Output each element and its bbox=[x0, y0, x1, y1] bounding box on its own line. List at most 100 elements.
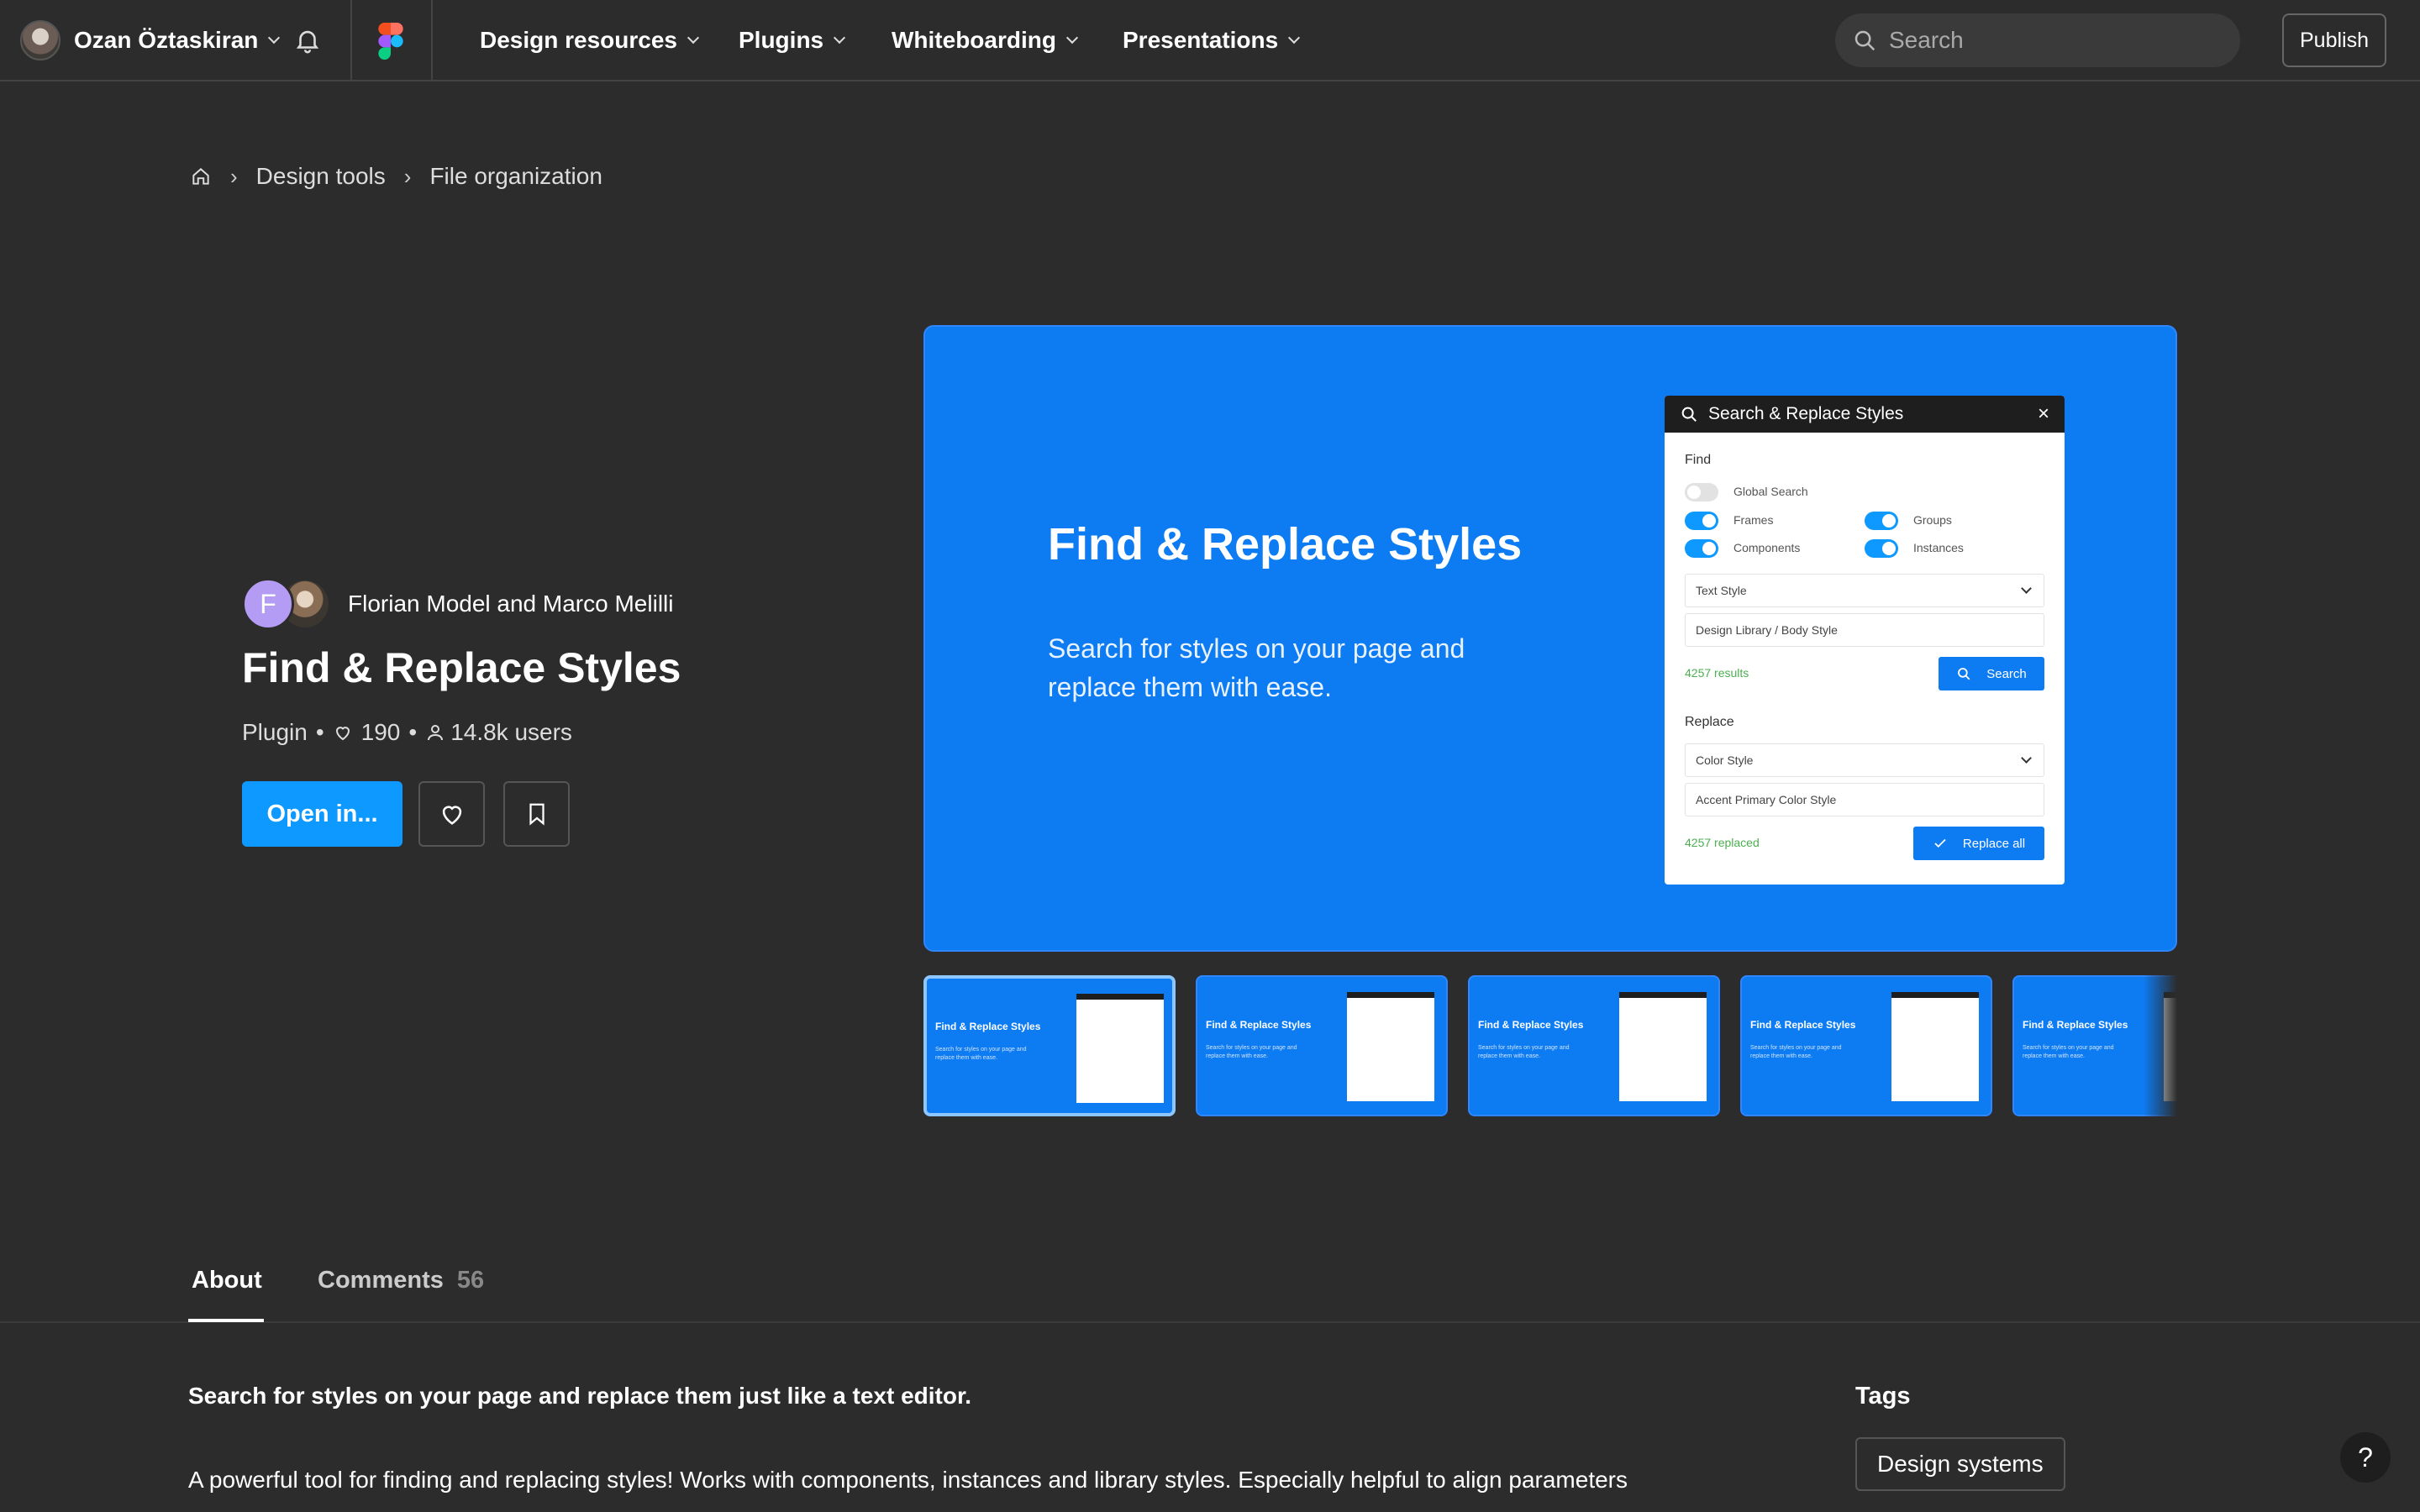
thumbnail-subtitle: Search for styles on your page and repla… bbox=[1750, 1045, 1842, 1059]
frames-label: Frames bbox=[1733, 513, 1774, 527]
bookmark-button[interactable] bbox=[503, 781, 570, 847]
thumbnail[interactable]: Find & Replace Styles Search for styles … bbox=[1740, 975, 1992, 1116]
home-icon[interactable] bbox=[190, 165, 212, 187]
thumbnail-title: Find & Replace Styles bbox=[1750, 1019, 1856, 1031]
tab-about[interactable]: About bbox=[192, 1267, 262, 1294]
find-style-input: Design Library / Body Style bbox=[1685, 613, 2044, 647]
nav-divider bbox=[350, 0, 352, 81]
heart-icon bbox=[335, 727, 350, 741]
heart-icon bbox=[442, 806, 461, 825]
about-lead: Search for styles on your page and repla… bbox=[188, 1383, 972, 1409]
search-bar[interactable] bbox=[1835, 13, 2240, 67]
plugin-title: Find & Replace Styles bbox=[242, 644, 681, 691]
author-names[interactable]: Florian Model and Marco Melilli bbox=[348, 591, 673, 617]
like-count: 190 bbox=[360, 719, 401, 745]
plugin-meta: Plugin • 190 • 14.8k users bbox=[242, 719, 572, 746]
breadcrumb-separator: › bbox=[403, 163, 412, 189]
author-avatar: F bbox=[242, 578, 294, 630]
user-menu[interactable]: Ozan Öztaskiran bbox=[20, 19, 281, 61]
results-count: 4257 results bbox=[1685, 666, 1749, 680]
tab-comments-label: Comments bbox=[318, 1267, 444, 1294]
menu-plugins[interactable]: Plugins bbox=[739, 0, 846, 81]
plugin-type: Plugin bbox=[242, 719, 308, 745]
hero-subtitle: Search for styles on your page and repla… bbox=[1048, 633, 1465, 702]
plugin-authors[interactable]: F Florian Model and Marco Melilli bbox=[242, 578, 673, 630]
tab-comments[interactable]: Comments 56 bbox=[318, 1267, 484, 1294]
comments-count: 56 bbox=[456, 1267, 485, 1294]
thumbnail-panel bbox=[1347, 992, 1434, 1101]
replace-style-select: Color Style bbox=[1685, 743, 2044, 777]
check-icon bbox=[1934, 838, 1946, 848]
top-navigation: Ozan Öztaskiran Design resources Plugins… bbox=[0, 0, 2420, 81]
menu-label: Design resources bbox=[480, 27, 677, 53]
find-style-select: Text Style bbox=[1685, 574, 2044, 607]
menu-presentations[interactable]: Presentations bbox=[1123, 0, 1301, 81]
components-label: Components bbox=[1733, 541, 1801, 554]
publish-button[interactable]: Publish bbox=[2282, 13, 2386, 67]
frames-toggle bbox=[1685, 512, 1718, 530]
like-button[interactable] bbox=[418, 781, 485, 847]
thumbnail-title: Find & Replace Styles bbox=[2023, 1019, 2128, 1031]
bookmark-icon bbox=[529, 803, 544, 826]
thumbnail-panel bbox=[1619, 992, 1707, 1101]
global-search-label: Global Search bbox=[1733, 485, 1808, 498]
replace-style-input: Accent Primary Color Style bbox=[1685, 783, 2044, 816]
menu-whiteboarding[interactable]: Whiteboarding bbox=[892, 0, 1079, 81]
search-input[interactable] bbox=[1889, 27, 2208, 54]
breadcrumb-file-organization[interactable]: File organization bbox=[429, 163, 602, 190]
thumbnail-subtitle: Search for styles on your page and repla… bbox=[935, 1047, 1027, 1061]
panel-replace-all-button: Replace all bbox=[1913, 827, 2044, 860]
find-label: Find bbox=[1685, 453, 1712, 467]
chevron-down-icon bbox=[268, 31, 281, 45]
chevron-down-icon bbox=[2021, 583, 2032, 594]
replaced-count: 4257 replaced bbox=[1685, 836, 1760, 849]
thumbnail-subtitle: Search for styles on your page and repla… bbox=[1206, 1045, 1297, 1059]
thumbnail-title: Find & Replace Styles bbox=[1478, 1019, 1584, 1031]
menu-label: Presentations bbox=[1123, 27, 1279, 53]
instances-toggle bbox=[1865, 539, 1898, 558]
tags-heading: Tags bbox=[1855, 1383, 1911, 1410]
thumbnail-panel bbox=[1891, 992, 1979, 1101]
chevron-down-icon bbox=[1288, 31, 1301, 45]
nav-divider bbox=[431, 0, 433, 81]
user-icon bbox=[428, 725, 444, 741]
thumbnail-title: Find & Replace Styles bbox=[935, 1021, 1041, 1032]
thumbnail-subtitle: Search for styles on your page and repla… bbox=[1478, 1045, 1570, 1059]
menu-label: Plugins bbox=[739, 27, 824, 53]
search-icon bbox=[1958, 668, 1970, 680]
thumbnail[interactable]: Find & Replace Styles Search for styles … bbox=[1468, 975, 1720, 1116]
groups-label: Groups bbox=[1913, 513, 1952, 527]
chevron-down-icon bbox=[2021, 753, 2032, 764]
menu-design-resources[interactable]: Design resources bbox=[480, 0, 700, 81]
search-icon bbox=[1854, 30, 1876, 51]
components-toggle bbox=[1685, 539, 1718, 558]
breadcrumb-design-tools[interactable]: Design tools bbox=[256, 163, 386, 190]
chevron-down-icon bbox=[1065, 31, 1079, 45]
thumbnail-title: Find & Replace Styles bbox=[1206, 1019, 1312, 1031]
close-icon: × bbox=[2037, 402, 2049, 425]
panel-title: Search & Replace Styles bbox=[1708, 404, 1904, 423]
tag-design-systems[interactable]: Design systems bbox=[1855, 1437, 2065, 1491]
thumbnail-subtitle: Search for styles on your page and repla… bbox=[2023, 1045, 2114, 1059]
bell-icon[interactable] bbox=[293, 25, 322, 55]
find-style-value: Text Style bbox=[1696, 584, 1747, 597]
open-in-button[interactable]: Open in... bbox=[242, 781, 402, 847]
replace-style-text: Accent Primary Color Style bbox=[1696, 793, 1837, 806]
menu-label: Whiteboarding bbox=[892, 27, 1056, 53]
figma-logo-icon[interactable] bbox=[378, 23, 403, 60]
hero-title: Find & Replace Styles bbox=[1048, 519, 1523, 570]
thumbnail[interactable]: Find & Replace Styles Search for styles … bbox=[923, 975, 1176, 1116]
hero-preview[interactable]: Find & Replace Styles Search for styles … bbox=[923, 325, 2177, 952]
meta-separator: • bbox=[408, 719, 418, 745]
groups-toggle bbox=[1865, 512, 1898, 530]
meta-separator: • bbox=[315, 719, 324, 745]
tabs-divider bbox=[0, 1321, 2420, 1323]
help-button[interactable]: ? bbox=[2340, 1432, 2391, 1483]
thumbnail[interactable]: Find & Replace Styles Search for styles … bbox=[1196, 975, 1448, 1116]
panel-search-button: Search bbox=[1939, 657, 2044, 690]
active-tab-indicator bbox=[188, 1319, 264, 1322]
thumbnail-strip: Find & Replace Styles Search for styles … bbox=[923, 975, 2177, 1116]
replace-label: Replace bbox=[1685, 715, 1734, 729]
about-body: A powerful tool for finding and replacin… bbox=[188, 1467, 1628, 1493]
chevron-down-icon bbox=[834, 31, 846, 45]
